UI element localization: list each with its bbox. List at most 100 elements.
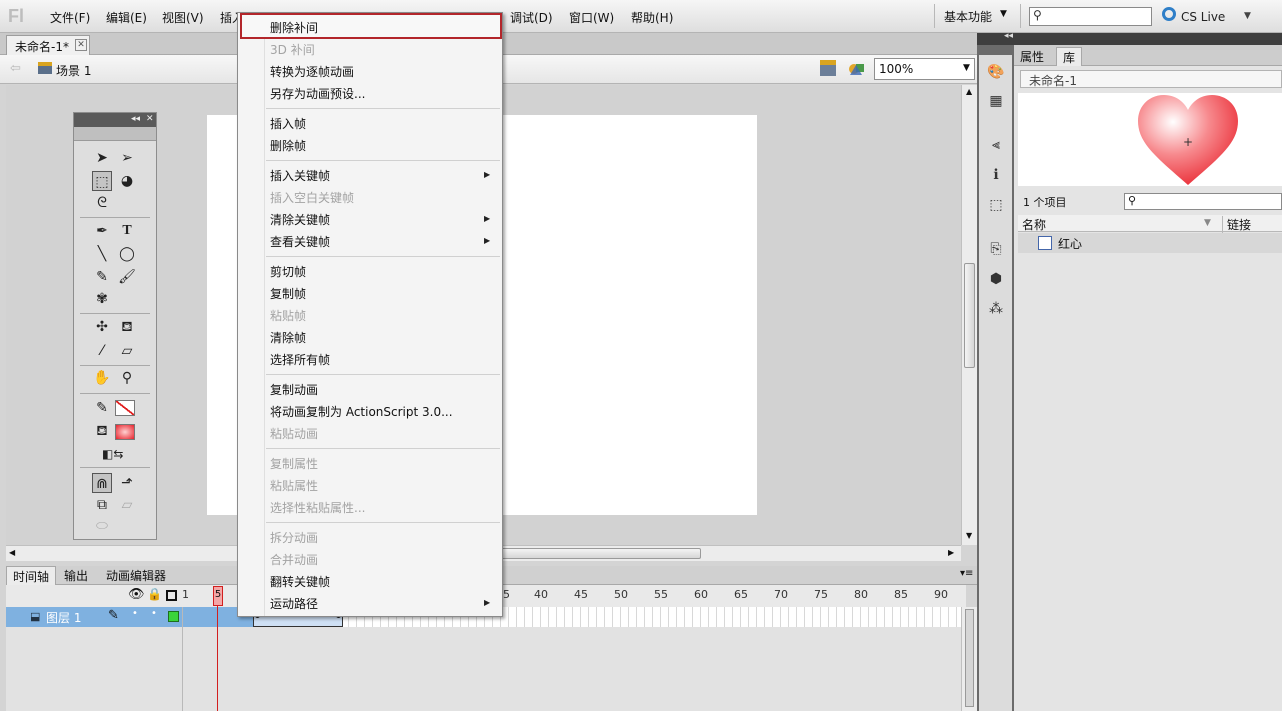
tab-timeline[interactable]: 时间轴: [6, 566, 57, 585]
library-search-input[interactable]: ⚲: [1124, 193, 1282, 210]
collapse-icon[interactable]: ◂◂: [131, 114, 140, 124]
components-panel-icon[interactable]: ⬢: [987, 270, 1005, 288]
menu-item-motion-path[interactable]: 运动路径: [270, 595, 318, 612]
rotate-skew-icon[interactable]: ⬏: [117, 473, 137, 493]
3d-rotation-tool-icon[interactable]: ◕: [117, 171, 137, 191]
text-tool-icon[interactable]: T: [117, 221, 137, 241]
zoom-tool-icon[interactable]: ⚲: [117, 368, 137, 388]
menu-item-remove-frames[interactable]: 删除帧: [270, 137, 306, 154]
visibility-dot[interactable]: •: [132, 608, 138, 619]
column-linkage[interactable]: 链接: [1222, 216, 1251, 233]
scroll-up-icon[interactable]: ▲: [966, 87, 972, 96]
menu-item-3d-tween[interactable]: 3D 补间: [270, 41, 315, 58]
brush-tool-icon[interactable]: 🖌: [117, 267, 137, 287]
tools-panel-grip[interactable]: [74, 127, 156, 141]
swap-colors-icon[interactable]: ◧⇆: [102, 444, 123, 464]
cs-live-icon[interactable]: [1162, 7, 1176, 21]
transform-panel-icon[interactable]: ⬚: [987, 196, 1005, 214]
library-document-select[interactable]: 未命名-1: [1020, 70, 1282, 88]
playhead[interactable]: 5: [213, 586, 223, 606]
menu-item-clear-keyframe[interactable]: 清除关键帧: [270, 211, 330, 228]
color-panel-icon[interactable]: 🎨: [987, 63, 1005, 81]
menu-item-paste-frames[interactable]: 粘贴帧: [270, 307, 306, 324]
chevron-down-icon[interactable]: ▼: [1244, 11, 1251, 21]
menu-item-paste-motion[interactable]: 粘贴动画: [270, 425, 318, 442]
help-search-input[interactable]: ⚲: [1029, 7, 1152, 26]
menu-item-insert-keyframe[interactable]: 插入关键帧: [270, 167, 330, 184]
stroke-color-icon[interactable]: ✎: [92, 398, 112, 418]
playhead-line[interactable]: [217, 588, 218, 711]
oval-tool-icon[interactable]: ◯: [117, 244, 137, 264]
back-arrow-icon[interactable]: ⇦: [10, 61, 21, 76]
document-tab[interactable]: 未命名-1* ✕: [6, 35, 90, 55]
menu-item-insert-frame[interactable]: 插入帧: [270, 115, 306, 132]
subselection-tool-icon[interactable]: ➢: [117, 148, 137, 168]
menu-item-paste-properties-special[interactable]: 选择性粘贴属性...: [270, 499, 365, 516]
eye-icon[interactable]: 👁: [128, 587, 145, 602]
bone-tool-icon[interactable]: ✣: [92, 317, 112, 337]
cs-live-button[interactable]: CS Live: [1181, 10, 1225, 24]
menu-item-copy-motion[interactable]: 复制动画: [270, 381, 318, 398]
menu-item-insert-blank-keyframe[interactable]: 插入空白关键帧: [270, 189, 354, 206]
edit-symbols-icon[interactable]: [848, 60, 866, 76]
menu-view[interactable]: 视图(V): [162, 9, 204, 26]
fill-color-icon[interactable]: ⛾: [92, 421, 112, 441]
close-icon[interactable]: ✕: [75, 39, 87, 51]
menu-help[interactable]: 帮助(H): [631, 9, 673, 26]
menu-item-convert-to-frame-by-frame[interactable]: 转换为逐帧动画: [270, 63, 354, 80]
menu-item-split-motion[interactable]: 拆分动画: [270, 529, 318, 546]
lock-dot[interactable]: •: [151, 608, 157, 619]
lasso-tool-icon[interactable]: ᘓ: [92, 193, 112, 213]
scroll-left-icon[interactable]: ◀: [9, 548, 15, 557]
layer-name[interactable]: 图层 1: [46, 609, 81, 626]
deco-tool-icon[interactable]: ✾: [92, 289, 112, 309]
column-name[interactable]: 名称: [1022, 216, 1046, 233]
tab-motion-editor[interactable]: 动画编辑器: [100, 566, 172, 585]
pencil-tool-icon[interactable]: ✎: [92, 267, 112, 287]
scroll-down-icon[interactable]: ▼: [966, 531, 972, 540]
snap-to-objects-icon[interactable]: ⋒: [92, 473, 112, 493]
tab-library[interactable]: 库: [1056, 47, 1083, 66]
menu-item-view-keyframes[interactable]: 查看关键帧: [270, 233, 330, 250]
close-icon[interactable]: ✕: [146, 114, 154, 124]
library-item[interactable]: 红心: [1018, 233, 1282, 253]
scroll-right-icon[interactable]: ▶: [948, 548, 954, 557]
menu-item-cut-frames[interactable]: 剪切帧: [270, 263, 306, 280]
menu-item-paste-properties[interactable]: 粘贴属性: [270, 477, 318, 494]
info-panel-icon[interactable]: ℹ: [987, 166, 1005, 184]
menu-item-clear-frames[interactable]: 清除帧: [270, 329, 306, 346]
eraser-tool-icon[interactable]: ▱: [117, 341, 137, 361]
free-transform-tool-icon[interactable]: ⬚: [92, 171, 112, 191]
motion-presets-icon[interactable]: ⁂: [987, 300, 1005, 318]
zoom-select[interactable]: 100% ▼: [874, 58, 975, 80]
actions-panel-icon[interactable]: ⎘: [987, 240, 1005, 258]
eyedropper-tool-icon[interactable]: ⁄: [92, 341, 112, 361]
pen-tool-icon[interactable]: ✒: [92, 221, 112, 241]
stage-vertical-scrollbar[interactable]: ▲ ▼: [961, 85, 977, 545]
tab-output[interactable]: 输出: [58, 566, 94, 585]
menu-window[interactable]: 窗口(W): [569, 9, 614, 26]
lock-icon[interactable]: 🔒: [147, 587, 162, 601]
panel-menu-icon[interactable]: ▾≡: [960, 568, 973, 579]
menu-item-copy-motion-as-as3[interactable]: 将动画复制为 ActionScript 3.0...: [270, 403, 453, 420]
menu-item-remove-tween[interactable]: 删除补间: [270, 19, 318, 36]
tab-properties[interactable]: 属性: [1014, 47, 1050, 66]
scrollbar-thumb[interactable]: [964, 263, 975, 368]
hand-tool-icon[interactable]: ✋: [92, 368, 112, 388]
menu-edit[interactable]: 编辑(E): [106, 9, 147, 26]
swatches-panel-icon[interactable]: ▦: [987, 92, 1005, 110]
align-panel-icon[interactable]: ⫷: [987, 136, 1005, 154]
stroke-color-swatch[interactable]: [115, 400, 135, 416]
menu-item-copy-frames[interactable]: 复制帧: [270, 285, 306, 302]
menu-debug[interactable]: 调试(D): [510, 9, 553, 26]
timeline-empty-area[interactable]: [6, 627, 961, 711]
paint-bucket-tool-icon[interactable]: ⛾: [117, 317, 137, 337]
outline-icon[interactable]: [166, 590, 177, 601]
scrollbar-thumb[interactable]: [501, 548, 701, 559]
tools-panel-header[interactable]: ◂◂ ✕: [74, 113, 156, 127]
fill-color-swatch[interactable]: [115, 424, 135, 440]
sort-icon[interactable]: ▼: [1204, 218, 1211, 228]
selection-tool-icon[interactable]: ➤: [92, 148, 112, 168]
line-tool-icon[interactable]: ╲: [92, 244, 112, 264]
menu-item-copy-properties[interactable]: 复制属性: [270, 455, 318, 472]
